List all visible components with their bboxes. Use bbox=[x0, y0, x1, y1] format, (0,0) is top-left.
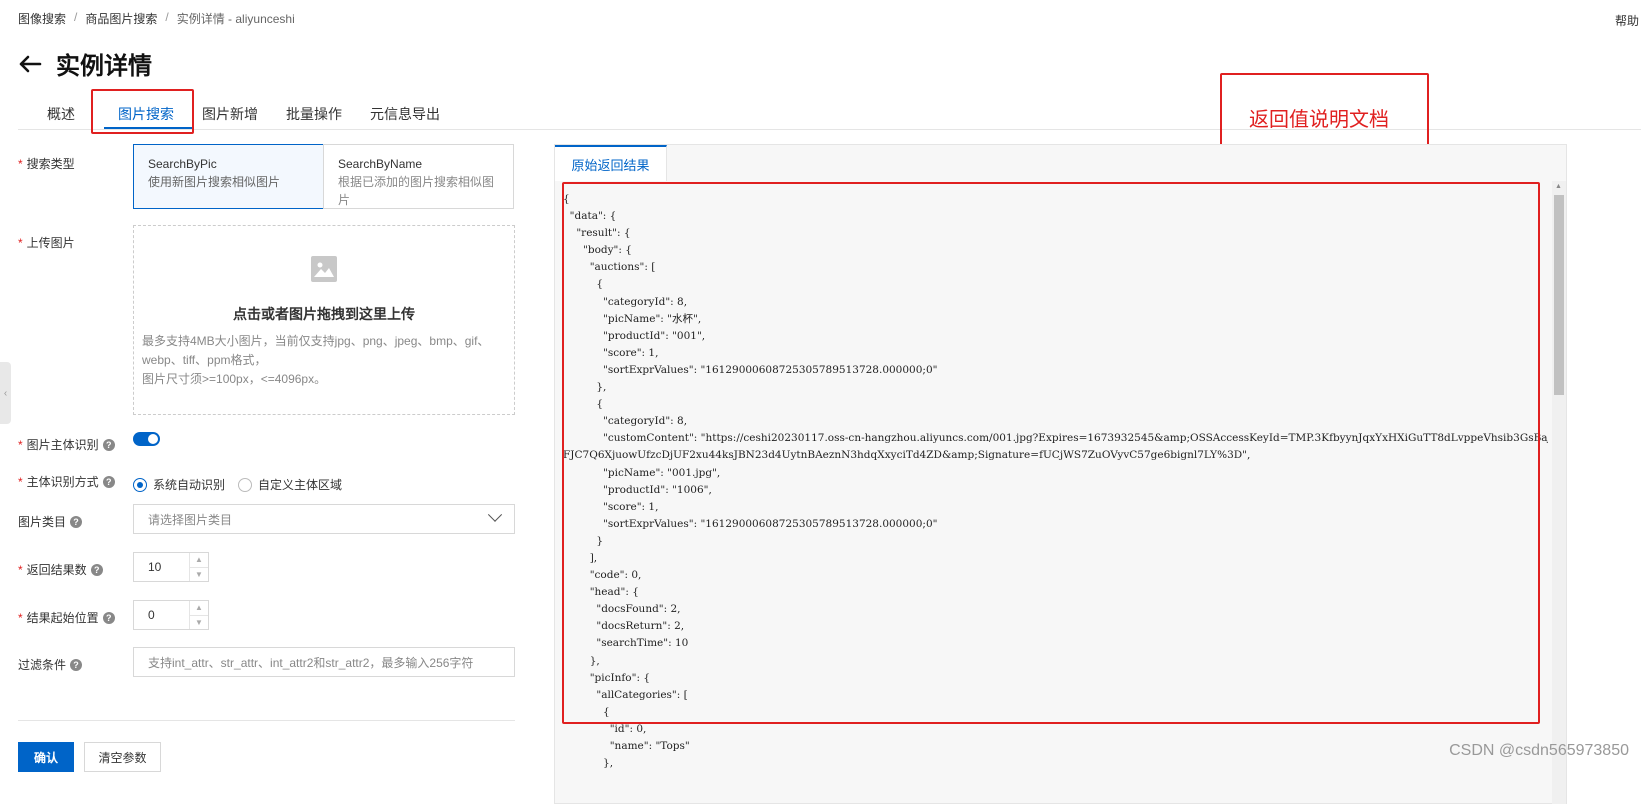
tab-meta-export[interactable]: 元信息导出 bbox=[370, 104, 440, 124]
search-type-by-pic[interactable]: SearchByPic 使用新图片搜索相似图片 bbox=[133, 144, 324, 209]
upload-title: 点击或者图片拖拽到这里上传 bbox=[233, 306, 415, 322]
help-icon[interactable]: ? bbox=[70, 658, 83, 671]
highlight-box-json bbox=[562, 182, 1540, 724]
search-type-by-name[interactable]: SearchByName 根据已添加的图片搜索相似图片 bbox=[323, 144, 514, 209]
help-icon[interactable]: ? bbox=[102, 611, 115, 624]
help-icon[interactable]: ? bbox=[70, 515, 83, 528]
confirm-button[interactable]: 确认 bbox=[18, 742, 74, 772]
page-header: 实例详情 bbox=[18, 46, 152, 81]
option-title: SearchByPic bbox=[148, 157, 217, 171]
result-count-stepper[interactable]: 10 ▲ ▼ bbox=[133, 552, 209, 582]
increment-icon[interactable]: ▲ bbox=[190, 553, 208, 567]
scroll-up-icon[interactable]: ▲ bbox=[1555, 183, 1562, 190]
decrement-icon[interactable]: ▼ bbox=[190, 614, 208, 630]
tab-batch[interactable]: 批量操作 bbox=[286, 104, 342, 124]
collapse-sidebar-icon[interactable]: ‹ bbox=[0, 362, 11, 424]
subject-method-label: * 主体识别方式? bbox=[18, 473, 115, 490]
search-type-label: * 搜索类型 bbox=[18, 156, 75, 172]
scrollbar[interactable]: ▲ bbox=[1552, 181, 1566, 804]
filter-label: 过滤条件? bbox=[18, 656, 83, 673]
decrement-icon[interactable]: ▼ bbox=[190, 566, 208, 582]
clear-params-button[interactable]: 清空参数 bbox=[84, 742, 161, 772]
subject-detection-label: * 图片主体识别? bbox=[18, 436, 115, 453]
breadcrumb-item-product-search[interactable]: 商品图片搜索 bbox=[85, 10, 157, 27]
page-title: 实例详情 bbox=[56, 53, 152, 80]
subject-detection-toggle[interactable] bbox=[133, 432, 160, 446]
tab-overview[interactable]: 概述 bbox=[47, 104, 75, 124]
category-label: 图片类目? bbox=[18, 513, 83, 530]
back-arrow-icon[interactable] bbox=[18, 54, 42, 74]
option-title: SearchByName bbox=[338, 157, 423, 171]
category-select[interactable]: 请选择图片类目 bbox=[133, 504, 515, 534]
image-placeholder-icon bbox=[311, 256, 337, 282]
breadcrumb: 图像搜索 / 商品图片搜索 / 实例详情 - aliyunceshi bbox=[18, 10, 295, 27]
chevron-down-icon bbox=[487, 507, 503, 522]
increment-icon[interactable]: ▲ bbox=[190, 601, 208, 615]
result-count-label: * 返回结果数? bbox=[18, 561, 103, 578]
filter-input[interactable]: 支持int_attr、str_attr、int_attr2和str_attr2，… bbox=[133, 647, 515, 677]
annotation-text: 返回值说明文档 bbox=[1249, 109, 1389, 131]
tab-raw-result[interactable]: 原始返回结果 bbox=[555, 145, 667, 181]
help-icon[interactable]: ? bbox=[102, 438, 115, 451]
radio-checked-icon bbox=[133, 477, 147, 492]
radio-custom-region[interactable]: 自定义主体区域 bbox=[238, 476, 342, 493]
highlight-box-tab bbox=[91, 89, 194, 134]
radio-unchecked-icon bbox=[238, 477, 252, 492]
watermark: CSDN @csdn565973850 bbox=[1449, 742, 1629, 759]
tab-image-add[interactable]: 图片新增 bbox=[202, 104, 258, 124]
radio-auto-detect[interactable]: 系统自动识别 bbox=[133, 476, 225, 493]
breadcrumb-item-current: 实例详情 - aliyunceshi bbox=[176, 12, 295, 26]
help-link[interactable]: 帮助 bbox=[1615, 12, 1639, 29]
help-icon[interactable]: ? bbox=[90, 563, 103, 576]
upload-label: * 上传图片 bbox=[18, 235, 75, 251]
breadcrumb-separator: / bbox=[165, 10, 169, 24]
form-divider bbox=[18, 720, 515, 721]
help-icon[interactable]: ? bbox=[102, 475, 115, 488]
breadcrumb-separator: / bbox=[74, 10, 78, 24]
start-position-stepper[interactable]: 0 ▲ ▼ bbox=[133, 600, 209, 630]
upload-description: 最多支持4MB大小图片，当前仅支持jpg、png、jpeg、bmp、gif、 w… bbox=[142, 334, 490, 386]
start-position-label: * 结果起始位置? bbox=[18, 609, 115, 626]
option-desc: 使用新图片搜索相似图片 bbox=[148, 175, 281, 189]
breadcrumb-item-image-search[interactable]: 图像搜索 bbox=[18, 10, 66, 27]
option-desc: 根据已添加的图片搜索相似图片 bbox=[338, 175, 495, 207]
upload-dropzone[interactable]: 点击或者图片拖拽到这里上传 最多支持4MB大小图片，当前仅支持jpg、png、j… bbox=[133, 225, 515, 415]
scrollbar-thumb[interactable] bbox=[1554, 195, 1564, 395]
